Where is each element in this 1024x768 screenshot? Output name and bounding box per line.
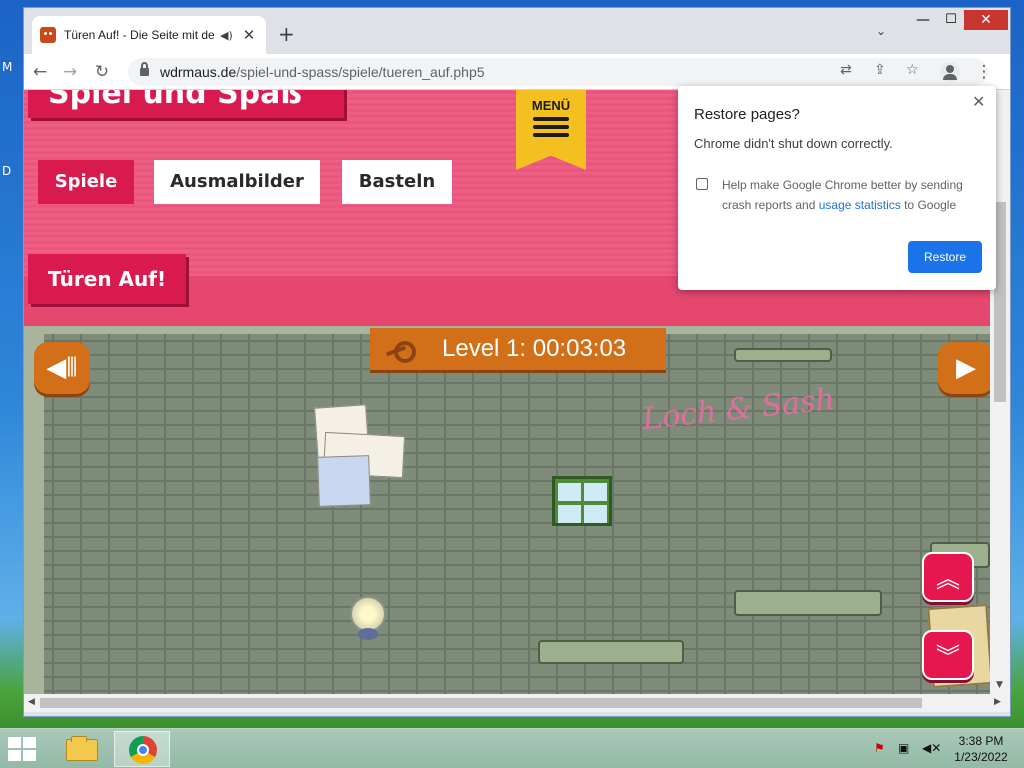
url-text[interactable]: wdrmaus.de/spiel-und-spass/spiele/tueren…: [160, 64, 485, 80]
speaker-icon[interactable]: ◀): [220, 29, 233, 42]
browser-toolbar: ← → ↻ wdrmaus.de/spiel-und-spass/spiele/…: [24, 54, 1010, 90]
lock-icon[interactable]: [140, 62, 149, 77]
play-button[interactable]: ▶: [938, 342, 990, 394]
platform: [734, 590, 882, 616]
hamburger-icon: [533, 117, 569, 137]
nav-spiele[interactable]: Spiele: [38, 160, 134, 204]
usage-statistics-link[interactable]: usage statistics: [819, 198, 901, 212]
back-button[interactable]: ←: [28, 60, 52, 84]
game-title-banner[interactable]: Türen Auf!: [28, 254, 186, 304]
tab-title: Türen Auf! - Die Seite mit de: [64, 28, 214, 42]
favicon-icon: [40, 27, 56, 43]
dialog-title: Restore pages?: [694, 106, 800, 123]
lamp-base: [358, 628, 378, 640]
window-minimize-button[interactable]: —: [908, 12, 938, 32]
new-tab-button[interactable]: +: [278, 22, 295, 46]
wall-ledge: [734, 348, 832, 362]
double-chevron-up-icon: ︽: [936, 565, 960, 593]
profile-avatar-icon[interactable]: [940, 62, 960, 82]
play-icon: ▶: [956, 353, 976, 383]
desktop-icon-label-d[interactable]: D: [2, 164, 11, 178]
reload-button[interactable]: ↻: [90, 60, 114, 84]
speaker-mute-icon: ◀⦀: [46, 353, 78, 383]
taskbar: ⚑ ▣ ◀✕ 3:38 PM 1/23/2022: [0, 728, 1024, 768]
tab-close-icon[interactable]: ✕: [243, 26, 256, 44]
tab-strip: Türen Auf! - Die Seite mit de ◀) ✕ + ⌄ —…: [24, 8, 1010, 54]
start-button[interactable]: [8, 737, 38, 761]
scroll-left-arrow-icon[interactable]: ◀: [28, 697, 35, 707]
paper-note[interactable]: [317, 455, 371, 507]
action-center-flag-icon[interactable]: ⚑: [874, 741, 890, 757]
dialog-close-icon[interactable]: ✕: [972, 92, 985, 111]
window-pane: [584, 483, 607, 501]
scroll-down-button[interactable]: ︾: [922, 630, 974, 680]
menu-label: MENÜ: [531, 98, 571, 113]
bookmark-star-icon[interactable]: ☆: [906, 62, 919, 78]
level-timer-banner: Level 1: 00:03:03: [370, 328, 666, 370]
restore-pages-dialog: Restore pages? ✕ Chrome didn't shut down…: [678, 86, 996, 290]
double-chevron-down-icon: ︾: [936, 643, 960, 671]
menu-button[interactable]: MENÜ: [516, 90, 586, 170]
graffiti-text: Loch & Sash: [640, 382, 837, 437]
folder-icon: [66, 736, 98, 761]
horizontal-scrollbar[interactable]: ◀ ▶: [24, 694, 1010, 712]
game-canvas[interactable]: Level 1: 00:03:03 ◀⦀ ▶ Loch & Sash ︽ ︾: [24, 326, 990, 694]
platform: [538, 640, 684, 664]
crash-report-checkbox[interactable]: [696, 178, 708, 190]
scroll-down-arrow-icon[interactable]: ▼: [996, 680, 1003, 690]
window-maximize-button[interactable]: ☐: [936, 12, 966, 32]
nav-basteln[interactable]: Basteln: [342, 160, 452, 204]
key-icon: [386, 341, 416, 363]
clock-time: 3:38 PM: [958, 734, 1004, 748]
window-close-button[interactable]: ✕: [964, 10, 1008, 30]
crash-report-label: Help make Google Chrome better by sendin…: [722, 175, 982, 215]
horizontal-scroll-thumb[interactable]: [40, 698, 922, 708]
window-pane: [558, 483, 581, 501]
restore-button[interactable]: Restore: [908, 241, 982, 273]
scroll-up-button[interactable]: ︽: [922, 552, 974, 602]
scroll-right-arrow-icon[interactable]: ▶: [994, 697, 1001, 707]
chrome-icon: [129, 736, 157, 764]
forward-button[interactable]: →: [58, 60, 82, 84]
chrome-menu-button[interactable]: ⋮: [972, 60, 996, 84]
desktop-icon-label-m[interactable]: M: [2, 60, 12, 74]
checkbox-text-end: to Google: [900, 198, 957, 212]
share-icon[interactable]: ⇪: [874, 62, 886, 78]
dialog-message: Chrome didn't shut down correctly.: [694, 136, 893, 151]
section-title-banner[interactable]: Spiel und Spaß: [28, 90, 344, 118]
taskbar-file-explorer[interactable]: [54, 731, 110, 767]
volume-muted-icon[interactable]: ◀✕: [922, 741, 941, 757]
browser-tab[interactable]: Türen Auf! - Die Seite mit de ◀) ✕: [32, 16, 266, 54]
window-pane: [558, 505, 581, 523]
light-bulb[interactable]: [350, 596, 386, 632]
nav-ausmalbilder[interactable]: Ausmalbilder: [154, 160, 320, 204]
url-path: /spiel-und-spass/spiele/tueren_auf.php5: [236, 64, 485, 80]
clock-date: 1/23/2022: [954, 750, 1008, 764]
address-bar[interactable]: wdrmaus.de/spiel-und-spass/spiele/tueren…: [128, 58, 988, 86]
sound-toggle-button[interactable]: ◀⦀: [34, 342, 90, 394]
game-window[interactable]: [552, 476, 612, 526]
system-clock[interactable]: 3:38 PM 1/23/2022: [946, 733, 1016, 765]
url-host: wdrmaus.de: [160, 64, 237, 80]
translate-icon[interactable]: ⇄: [840, 62, 852, 78]
network-icon[interactable]: ▣: [898, 741, 914, 757]
tab-search-button[interactable]: ⌄: [876, 24, 886, 38]
window-pane: [584, 505, 607, 523]
level-timer-text: Level 1: 00:03:03: [442, 335, 627, 362]
taskbar-chrome[interactable]: [114, 731, 170, 767]
